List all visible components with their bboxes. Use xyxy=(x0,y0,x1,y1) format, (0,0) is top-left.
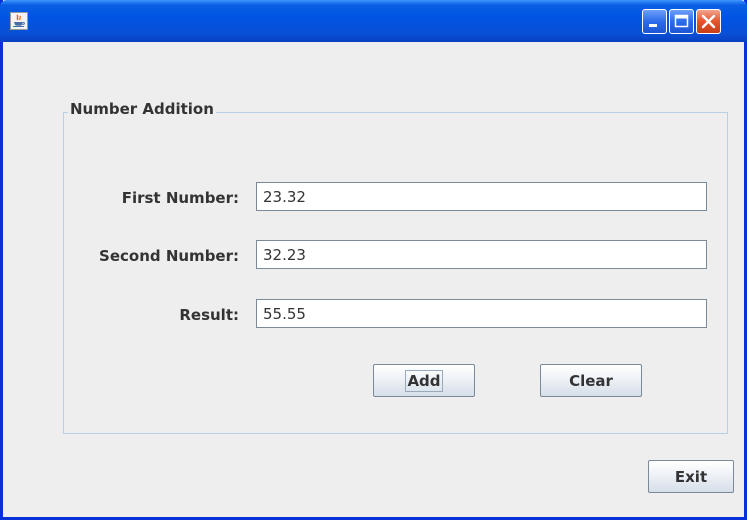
close-button[interactable] xyxy=(696,9,721,34)
first-number-label: First Number: xyxy=(121,189,239,207)
add-button[interactable]: Add xyxy=(373,364,475,397)
title-bar[interactable] xyxy=(0,0,747,42)
clear-button[interactable]: Clear xyxy=(540,364,642,397)
minimize-icon xyxy=(649,24,657,27)
exit-button[interactable]: Exit xyxy=(648,460,734,493)
result-label: Result: xyxy=(179,306,239,324)
close-icon xyxy=(701,14,716,29)
second-number-field[interactable] xyxy=(256,240,707,269)
first-number-field[interactable] xyxy=(256,182,707,211)
java-app-icon[interactable] xyxy=(10,12,28,30)
maximize-icon xyxy=(674,14,689,28)
maximize-button[interactable] xyxy=(669,9,694,34)
app-window: Number Addition First Number: Second Num… xyxy=(0,0,747,520)
panel-title: Number Addition xyxy=(68,100,216,118)
result-field[interactable] xyxy=(256,299,707,328)
second-number-label: Second Number: xyxy=(99,247,239,265)
minimize-button[interactable] xyxy=(642,9,667,34)
add-button-label: Add xyxy=(405,369,443,392)
